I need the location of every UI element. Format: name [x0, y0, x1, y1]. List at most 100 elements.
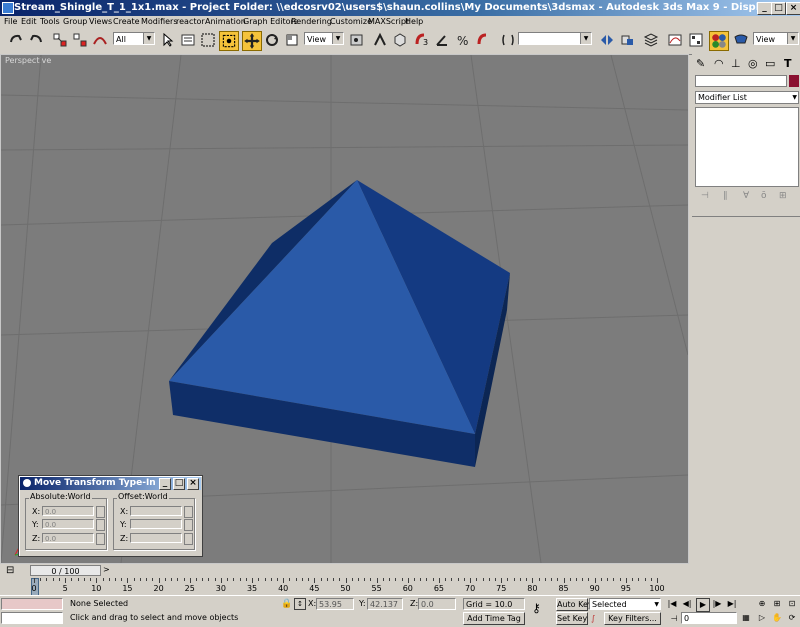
field-of-view-icon[interactable]: ▷ [756, 612, 768, 624]
go-to-end-icon[interactable]: ▶| [726, 598, 738, 610]
menu-maxscript[interactable]: MAXScript [368, 17, 409, 26]
zoom-extents-icon[interactable]: ⊡ [786, 598, 798, 610]
play-icon[interactable]: ▶ [696, 598, 710, 612]
minimize-button[interactable]: _ [757, 2, 772, 15]
select-and-rotate-icon[interactable] [264, 32, 280, 48]
object-name-field[interactable] [695, 75, 787, 87]
menu-group[interactable]: Group [63, 17, 87, 26]
key-mode-toggle-icon[interactable]: ⊣ [668, 613, 680, 625]
selection-lock-icon[interactable]: 🔒 [281, 599, 292, 609]
remove-modifier-icon[interactable]: ō [761, 191, 767, 201]
menu-graph-editors[interactable]: Graph Editors [243, 17, 298, 26]
select-and-link-icon[interactable] [52, 32, 68, 48]
select-object-icon[interactable] [160, 32, 176, 48]
reference-coordinate-dropdown[interactable]: View ▼ [304, 32, 344, 45]
select-and-move-icon[interactable] [242, 31, 262, 51]
dialog-close-button[interactable]: × [187, 478, 199, 490]
current-frame-field[interactable]: 0 [681, 612, 737, 624]
layer-manager-icon[interactable] [643, 32, 659, 48]
close-button[interactable]: × [786, 2, 800, 15]
create-tab-icon[interactable]: ✎ [696, 57, 705, 70]
window-crossing-icon[interactable] [219, 31, 239, 51]
maxscript-output-field[interactable] [1, 612, 63, 624]
dialog-minimize-button[interactable]: _ [159, 478, 171, 490]
select-by-name-icon[interactable] [180, 32, 196, 48]
zoom-all-icon[interactable]: ⊞ [771, 598, 783, 610]
next-frame-arrow-icon[interactable]: > [103, 565, 110, 574]
show-end-result-icon[interactable]: ∥ [723, 191, 728, 201]
use-pivot-center-icon[interactable] [349, 32, 365, 48]
curve-editor-icon[interactable] [667, 32, 683, 48]
menu-tools[interactable]: Tools [40, 17, 60, 26]
offset-x-spinner[interactable] [184, 506, 193, 518]
material-editor-icon[interactable] [709, 31, 729, 51]
time-configuration-icon[interactable]: ▦ [740, 612, 752, 624]
selection-filter-dropdown[interactable]: All ▼ [113, 32, 155, 45]
modify-tab-icon[interactable]: ◠ [714, 57, 724, 70]
rectangular-selection-icon[interactable] [200, 32, 216, 48]
hierarchy-tab-icon[interactable]: ⊥ [731, 57, 741, 70]
snaps-toggle-icon[interactable]: 3 [414, 32, 430, 48]
modifier-stack[interactable] [695, 107, 799, 187]
arc-rotate-icon[interactable]: ⟳ [786, 612, 798, 624]
pyramid-object[interactable] [169, 180, 510, 467]
redo-icon[interactable] [28, 32, 44, 48]
absolute-y-spinner[interactable] [96, 519, 105, 531]
mirror-icon[interactable] [599, 32, 615, 48]
percent-snap-icon[interactable]: % [455, 32, 471, 48]
object-color-swatch[interactable] [789, 75, 799, 87]
absolute-z-field[interactable]: 0.0 [42, 533, 94, 543]
maximize-button[interactable]: □ [771, 2, 786, 15]
add-time-tag-button[interactable]: Add Time Tag [463, 612, 525, 625]
set-key-button[interactable]: Set Key [556, 612, 588, 625]
menu-help[interactable]: Help [405, 17, 423, 26]
menu-file[interactable]: File [4, 17, 17, 26]
zoom-icon[interactable]: ⊕ [756, 598, 768, 610]
schematic-view-icon[interactable] [688, 32, 704, 48]
next-frame-icon[interactable]: |▶ [711, 598, 723, 610]
named-selection-sets-dropdown[interactable]: ▼ [518, 32, 592, 45]
menu-views[interactable]: Views [89, 17, 112, 26]
offset-x-field[interactable] [130, 506, 182, 516]
pin-stack-icon[interactable]: ⊣ [701, 191, 709, 201]
go-to-start-icon[interactable]: |◀ [666, 598, 678, 610]
modifier-list-dropdown[interactable]: Modifier List ▼ [695, 91, 799, 104]
time-slider[interactable]: 0 / 100 [30, 565, 101, 576]
open-mini-curve-editor-icon[interactable]: ⊟ [6, 565, 14, 576]
offset-z-field[interactable] [130, 533, 182, 543]
display-tab-icon[interactable]: ▭ [765, 57, 775, 70]
previous-frame-icon[interactable]: ◀| [681, 598, 693, 610]
absolute-x-spinner[interactable] [96, 506, 105, 518]
make-unique-icon[interactable]: ∀ [743, 191, 749, 201]
render-type-dropdown[interactable]: View ▼ [753, 32, 799, 45]
align-icon[interactable] [619, 32, 635, 48]
unlink-selection-icon[interactable] [72, 32, 88, 48]
key-icon[interactable]: ⚷ [532, 601, 541, 615]
utilities-tab-icon[interactable]: T [784, 57, 792, 70]
menu-create[interactable]: Create [113, 17, 140, 26]
render-scene-icon[interactable] [733, 32, 749, 48]
angle-snap-icon[interactable] [434, 32, 450, 48]
timeline-ruler[interactable]: 0 5 10 15 20 25 30 35 40 45 50 55 60 65 70 75 80 85 90 95 10… [0, 578, 692, 596]
absolute-z-spinner[interactable] [96, 533, 105, 545]
menu-edit[interactable]: Edit [21, 17, 37, 26]
configure-modifier-sets-icon[interactable]: ⊞ [779, 191, 787, 201]
motion-tab-icon[interactable]: ◎ [748, 57, 758, 70]
pan-view-icon[interactable]: ✋ [771, 612, 783, 624]
offset-z-spinner[interactable] [184, 533, 193, 545]
spinner-snap-icon[interactable] [476, 32, 492, 48]
menu-rendering[interactable]: Rendering [291, 17, 332, 26]
menu-reactor[interactable]: reactor [176, 17, 205, 26]
offset-y-field[interactable] [130, 519, 182, 529]
y-coord-field[interactable]: 42.137 [367, 598, 403, 610]
select-and-scale-icon[interactable] [284, 32, 300, 48]
offset-y-spinner[interactable] [184, 519, 193, 531]
z-coord-field[interactable]: 0.0 [418, 598, 456, 610]
menu-customize[interactable]: Customize [330, 17, 372, 26]
bind-to-space-warp-icon[interactable] [92, 32, 108, 48]
edit-named-selection-icon[interactable] [500, 32, 516, 48]
keyboard-shortcut-override-icon[interactable] [392, 32, 408, 48]
menu-animation[interactable]: Animation [205, 17, 246, 26]
absolute-x-field[interactable]: 0.0 [42, 506, 94, 516]
auto-key-button[interactable]: Auto Key [556, 598, 593, 611]
